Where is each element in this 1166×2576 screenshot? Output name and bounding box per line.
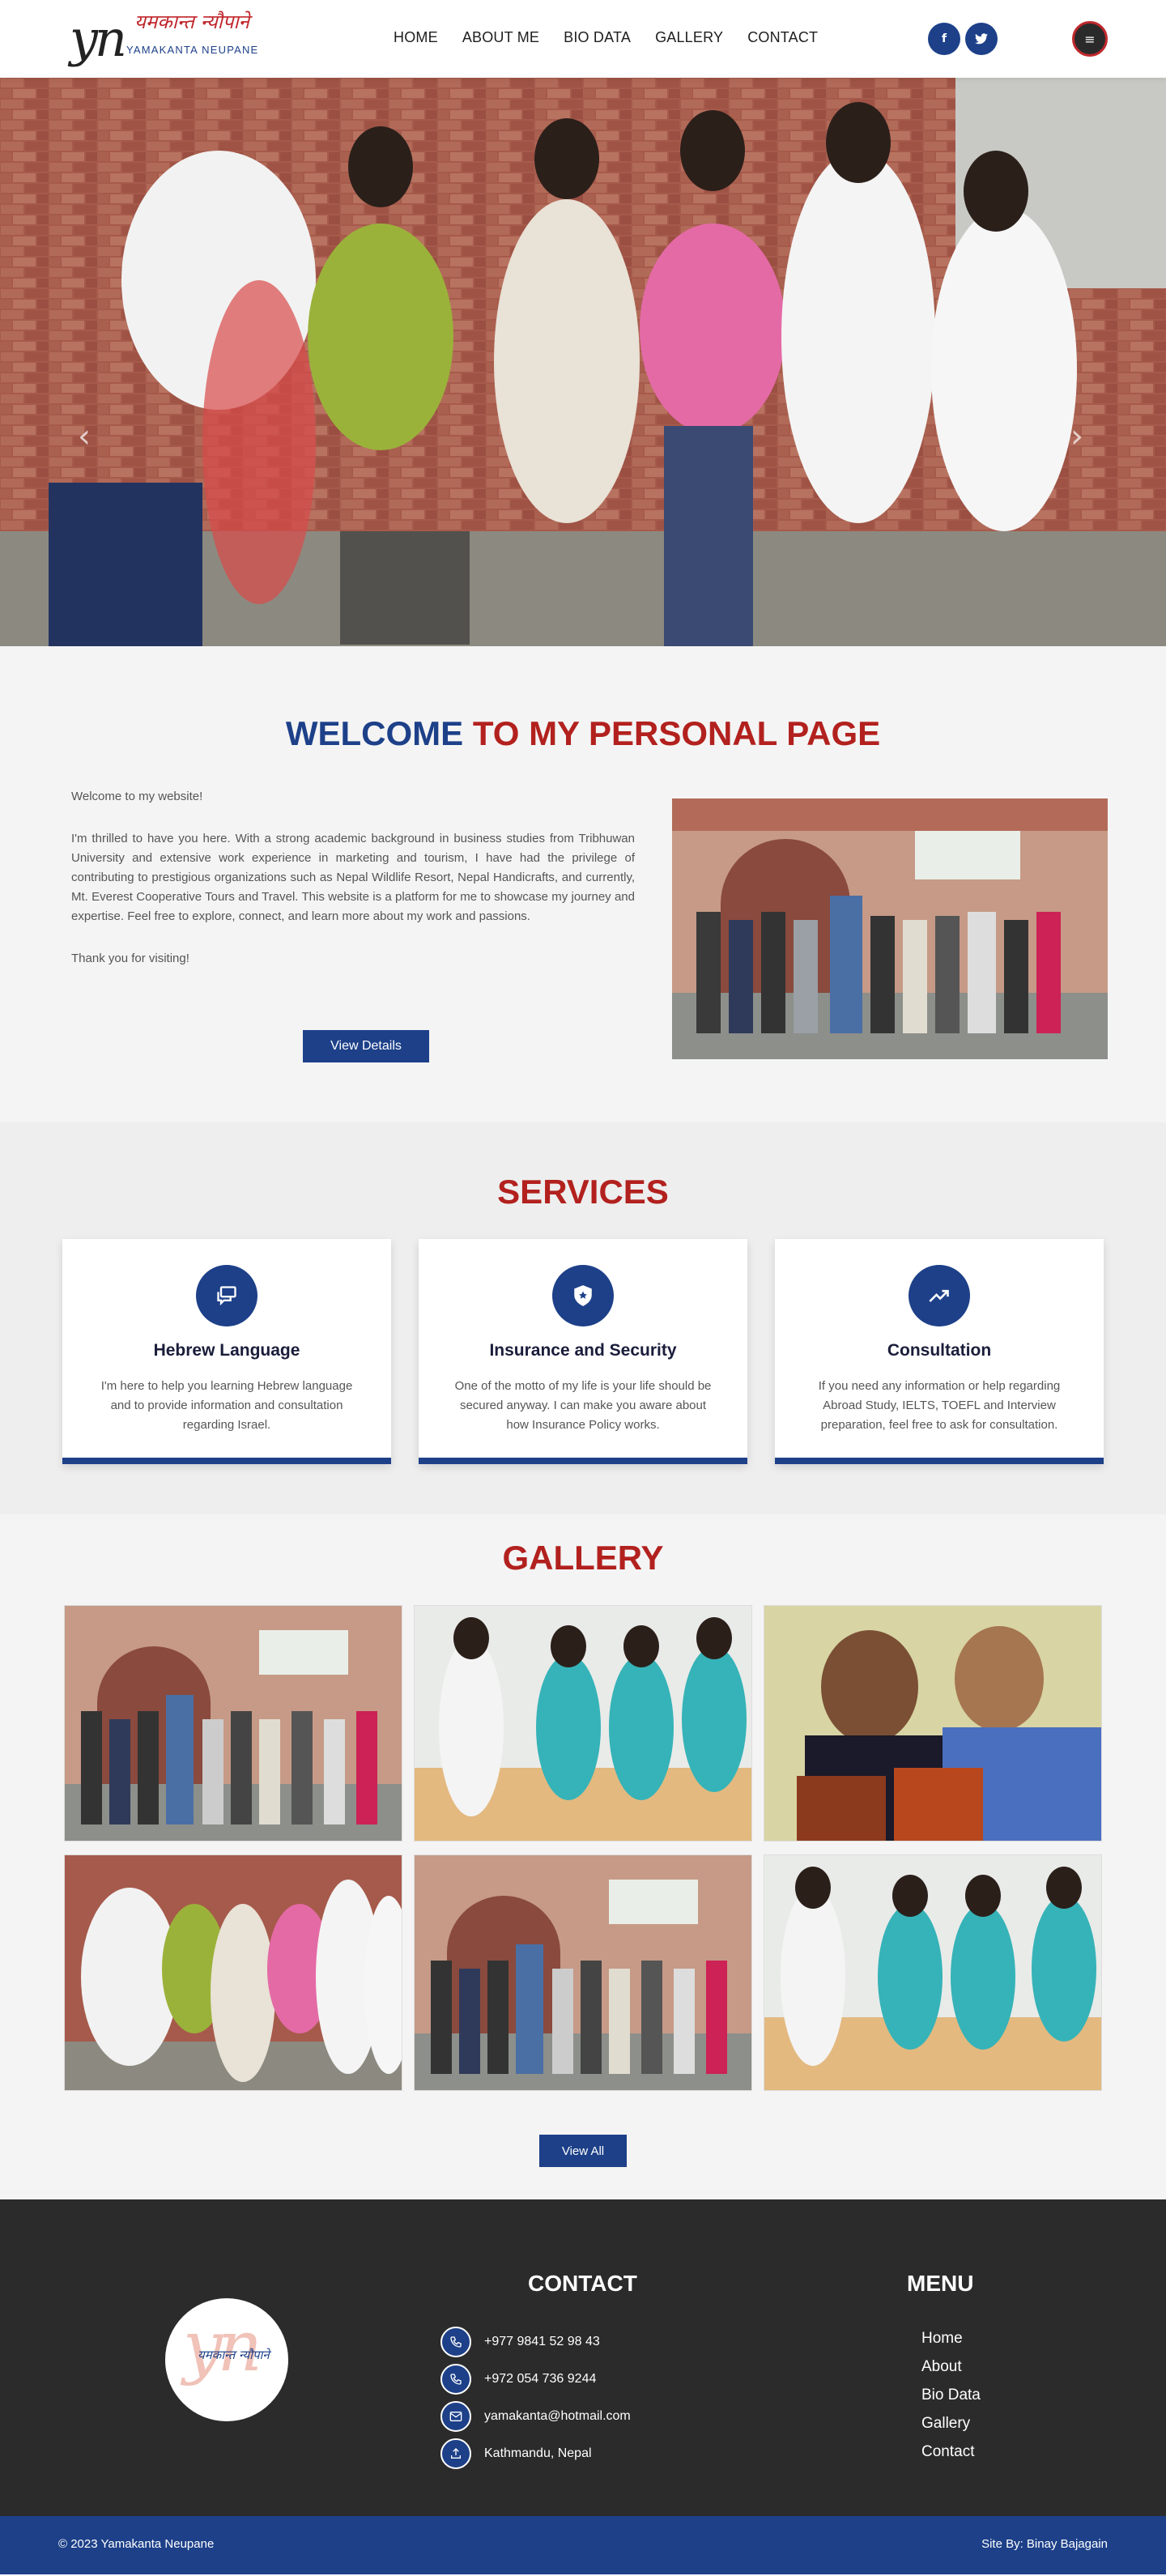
- footer-menu-gallery[interactable]: Gallery: [921, 2414, 981, 2433]
- logo-monogram: yn: [70, 9, 127, 68]
- gallery-image-4[interactable]: [64, 1854, 402, 2091]
- slider-prev-icon[interactable]: ‹: [78, 418, 91, 455]
- facebook-icon[interactable]: f: [928, 23, 960, 55]
- copyright-text: © 2023 Yamakanta Neupane: [58, 2537, 215, 2551]
- service-card-insurance[interactable]: Insurance and Security One of the motto …: [419, 1239, 747, 1464]
- logo-devanagari-name: यमकान्त न्यौपाने: [134, 11, 250, 33]
- services-title: SERVICES: [497, 1173, 669, 1211]
- welcome-greeting: Welcome to my website!: [71, 790, 203, 803]
- footer-menu-bio-data[interactable]: Bio Data: [921, 2386, 981, 2404]
- nav-bio-data[interactable]: BIO DATA: [564, 29, 631, 46]
- hero-photo: [0, 78, 1166, 646]
- welcome-thanks: Thank you for visiting!: [71, 952, 189, 965]
- welcome-body: I'm thrilled to have you here. With a st…: [71, 832, 635, 923]
- services-section: SERVICES Hebrew Language I'm here to hel…: [0, 1122, 1166, 1514]
- nav-contact[interactable]: CONTACT: [747, 29, 818, 46]
- view-all-button[interactable]: View All: [539, 2135, 627, 2167]
- service-title: Consultation: [887, 1341, 992, 1360]
- footer-menu-about[interactable]: About: [921, 2357, 981, 2376]
- footer-contact-title: CONTACT: [528, 2271, 637, 2296]
- nav-home[interactable]: HOME: [394, 29, 438, 46]
- bottom-bar: © 2023 Yamakanta Neupane Site By: Binay …: [0, 2516, 1166, 2574]
- welcome-group-photo: [672, 798, 1108, 1059]
- main-nav: HOME ABOUT ME BIO DATA GALLERY CONTACT: [394, 29, 818, 46]
- contact-text: +977 9841 52 98 43: [484, 2335, 600, 2348]
- gallery-image-2[interactable]: [414, 1605, 752, 1842]
- footer-menu-contact[interactable]: Contact: [921, 2442, 981, 2461]
- logo-english-name: YAMAKANTA NEUPANE: [126, 44, 259, 56]
- welcome-section: WELCOME TO MY PERSONAL PAGE Welcome to m…: [0, 646, 1166, 1122]
- contact-phone-israel[interactable]: +972 054 736 9244: [440, 2363, 596, 2395]
- welcome-title: WELCOME TO MY PERSONAL PAGE: [0, 714, 1166, 753]
- welcome-text: Welcome to my website! I'm thrilled to h…: [71, 787, 635, 991]
- service-card-hebrew[interactable]: Hebrew Language I'm here to help you lea…: [62, 1239, 391, 1464]
- service-text: One of the motto of my life is your life…: [454, 1379, 712, 1432]
- gallery-section: GALLERY View All: [0, 1514, 1166, 2199]
- welcome-title-blue: WELCOME: [285, 714, 464, 752]
- contact-location[interactable]: Kathmandu, Nepal: [440, 2438, 592, 2470]
- contact-text: +972 054 736 9244: [484, 2372, 597, 2386]
- envelope-icon: [440, 2401, 471, 2432]
- shield-icon: [552, 1265, 614, 1326]
- nav-about-me[interactable]: ABOUT ME: [462, 29, 539, 46]
- contact-text: yamakanta@hotmail.com: [484, 2409, 631, 2423]
- gallery-image-5[interactable]: [414, 1854, 752, 2091]
- gallery-image-6[interactable]: [764, 1854, 1102, 2091]
- chat-bubbles-icon: [196, 1265, 257, 1326]
- service-card-consultation[interactable]: Consultation If you need any information…: [775, 1239, 1104, 1464]
- nav-gallery[interactable]: GALLERY: [655, 29, 723, 46]
- gallery-title: GALLERY: [502, 1539, 664, 1577]
- footer-menu-title: MENU: [907, 2271, 974, 2296]
- view-details-button[interactable]: View Details: [303, 1030, 429, 1062]
- gallery-image-1[interactable]: [64, 1605, 402, 1842]
- contact-email[interactable]: yamakanta@hotmail.com: [440, 2400, 631, 2433]
- slider-next-icon[interactable]: ›: [1070, 418, 1083, 455]
- service-title: Hebrew Language: [153, 1341, 300, 1360]
- footer-logo-devanagari: यमकान्त न्यौपाने: [198, 2348, 270, 2362]
- contact-phone-nepal[interactable]: +977 9841 52 98 43: [440, 2326, 600, 2358]
- contact-text: Kathmandu, Nepal: [484, 2446, 592, 2460]
- footer-menu: Home About Bio Data Gallery Contact: [921, 2329, 981, 2471]
- site-header: yn यमकान्त न्यौपाने YAMAKANTA NEUPANE HO…: [0, 0, 1166, 78]
- menu-toggle-button[interactable]: ≡: [1072, 21, 1108, 57]
- site-logo[interactable]: yn यमकान्त न्यौपाने YAMAKANTA NEUPANE: [70, 6, 272, 73]
- welcome-title-red: TO MY PERSONAL PAGE: [472, 714, 881, 752]
- site-footer: yn यमकान्त न्यौपाने CONTACT +977 9841 52…: [0, 2199, 1166, 2516]
- footer-logo[interactable]: yn यमकान्त न्यौपाने: [165, 2298, 288, 2421]
- site-credit[interactable]: Site By: Binay Bajagain: [981, 2537, 1108, 2551]
- phone-icon: [440, 2364, 471, 2395]
- phone-icon: [440, 2327, 471, 2357]
- trend-up-icon: [909, 1265, 970, 1326]
- service-text: I'm here to help you learning Hebrew lan…: [100, 1379, 353, 1432]
- location-icon: [440, 2438, 471, 2469]
- footer-menu-home[interactable]: Home: [921, 2329, 981, 2348]
- service-title: Insurance and Security: [489, 1341, 677, 1360]
- gallery-image-3[interactable]: [764, 1605, 1102, 1842]
- service-text: If you need any information or help rega…: [818, 1379, 1061, 1432]
- hero-slider: ‹ ›: [0, 78, 1166, 646]
- twitter-icon[interactable]: [965, 23, 998, 55]
